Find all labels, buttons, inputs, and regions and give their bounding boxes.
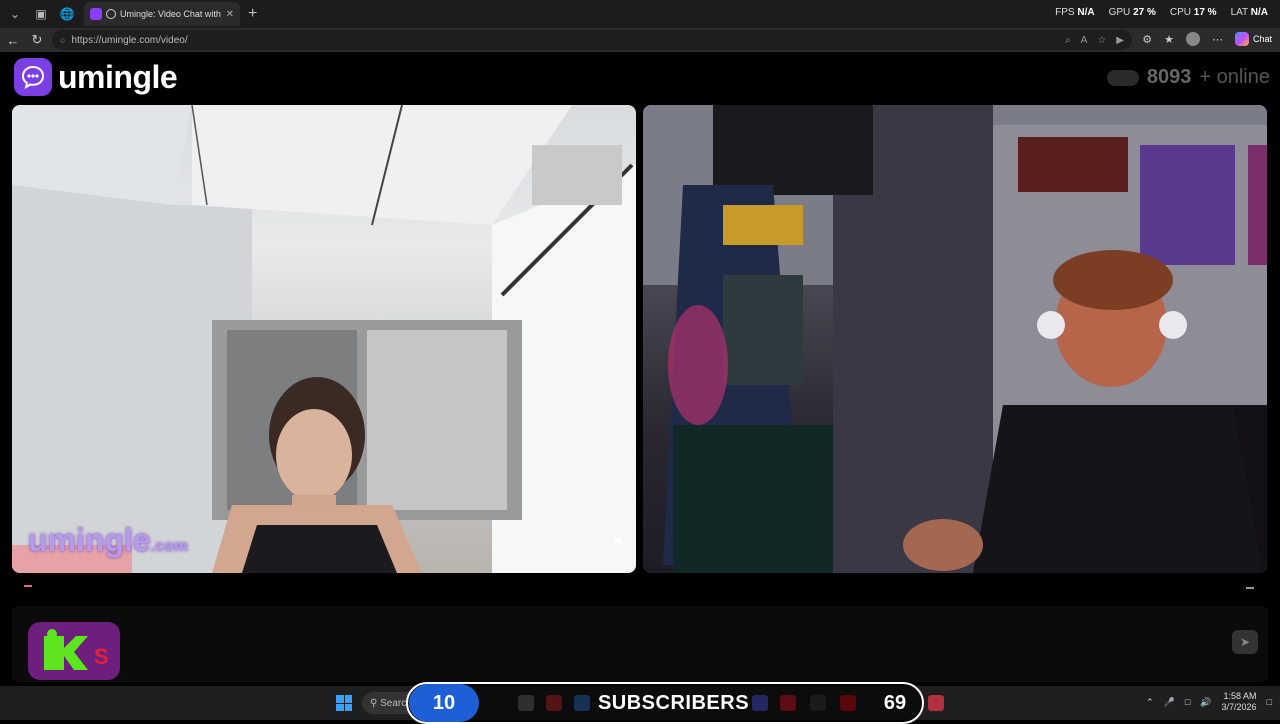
online-counter: 8093 + online [1106,66,1270,89]
fps-readout: FPS N/A [1055,7,1095,18]
more-menu-icon[interactable]: ⋯ [1212,33,1223,46]
windows-taskbar: ⚲ Search 10 SUBSCRIBERS 69 ⌃ 🎤 □ 🔊 1:58 … [0,682,1280,724]
cpu-readout: CPU 17 % [1169,7,1217,18]
read-aloud-icon[interactable]: A [1081,35,1088,46]
self-video-scene [643,105,1267,573]
url-field[interactable]: ○ https://umingle.com/video/ ⌕ A ☆ ▶ [52,30,1132,50]
online-count: 8093 [1146,66,1192,88]
windows-start-icon[interactable] [336,695,352,711]
search-icon: ⚲ [370,697,381,709]
report-flag-icon[interactable]: ⚑ [611,534,624,551]
network-icon[interactable]: □ [1185,697,1190,707]
online-suffix: + online [1199,66,1270,88]
browser-tab-bar: ⌄ ▣ 🌐 Umingle: Video Chat with Stra ✕ + … [0,0,1280,28]
online-toggle[interactable] [1106,69,1139,86]
site-info-icon[interactable]: ○ [60,35,65,45]
notifications-icon[interactable]: □ [1267,697,1272,707]
refresh-icon[interactable]: ↻ [26,32,48,48]
gpu-readout: GPU 27 % [1108,7,1156,18]
volume-icon[interactable]: 🔊 [1200,697,1211,708]
globe-icon[interactable]: 🌐 [56,3,78,25]
chat-message-input[interactable] [132,606,1222,682]
new-tab-button[interactable]: + [248,5,257,23]
tab-umingle[interactable]: Umingle: Video Chat with Stra ✕ [84,2,240,26]
extensions-icon[interactable]: ⚙ [1142,33,1152,46]
url-text: https://umingle.com/video/ [71,34,188,46]
chat-bar: S ➤ [12,606,1268,682]
address-bar-row: ← ↻ ○ https://umingle.com/video/ ⌕ A ☆ ▶… [0,28,1280,52]
lat-readout: LAT N/A [1230,7,1268,18]
stranger-video: umingle.com ⚑ [12,105,636,573]
sticker-icon: S [44,629,109,670]
umingle-watermark: umingle.com [28,522,189,558]
clock-date: 3/7/2026 [1221,702,1257,712]
favorite-star-icon[interactable]: ☆ [1097,35,1106,46]
system-tray: ⌃ 🎤 □ 🔊 1:58 AM 3/7/2026 □ [1146,691,1272,713]
subscriber-label: SUBSCRIBERS [597,691,750,714]
favorites-icon[interactable]: ★ [1164,33,1174,46]
clock-time: 1:58 AM [1223,691,1257,701]
subscriber-count-left: 10 [409,684,479,722]
self-video [643,105,1267,573]
workspaces-icon[interactable]: ▣ [30,3,52,25]
clock[interactable]: 1:58 AM 3/7/2026 [1222,691,1257,713]
app-icon-active[interactable] [928,695,944,711]
microphone-icon[interactable]: 🎤 [1164,697,1175,708]
logo-text: umingle [58,58,178,95]
page-content: umingle 8093 + online umingle.com ⚑ S ➤ [0,52,1280,686]
back-arrow-icon[interactable]: ← [2,33,24,48]
media-icon[interactable]: ▶ [1116,35,1124,46]
svg-text:S: S [94,644,109,669]
tab-title: Umingle: Video Chat with Stra [120,9,222,19]
performance-overlay: FPS N/A GPU 27 % CPU 17 % LAT N/A [1055,7,1268,18]
umingle-favicon-icon [90,8,102,20]
profile-avatar[interactable] [1185,32,1200,46]
close-tab-icon[interactable]: ✕ [226,9,234,20]
chevron-up-icon[interactable]: ⌃ [1146,697,1154,708]
stop-next-button[interactable]: S [28,622,120,680]
tab-list-chevron-icon[interactable]: ⌄ [4,3,26,25]
subscriber-count-right: 69 [883,691,907,714]
site-logo[interactable]: umingle [14,58,178,96]
chat-bubble-icon [14,58,52,96]
left-status-indicator [12,583,38,587]
zoom-icon[interactable]: ⌕ [1065,35,1071,46]
audio-playing-icon [106,9,116,19]
stranger-video-scene [12,105,636,573]
copilot-icon [1234,32,1249,46]
send-icon[interactable]: ➤ [1232,630,1258,654]
right-status-indicator [1246,587,1254,589]
copilot-label: Chat [1252,34,1272,44]
copilot-chat-button[interactable]: Chat [1234,32,1272,46]
subscriber-overlay: 10 SUBSCRIBERS 69 [406,682,924,724]
